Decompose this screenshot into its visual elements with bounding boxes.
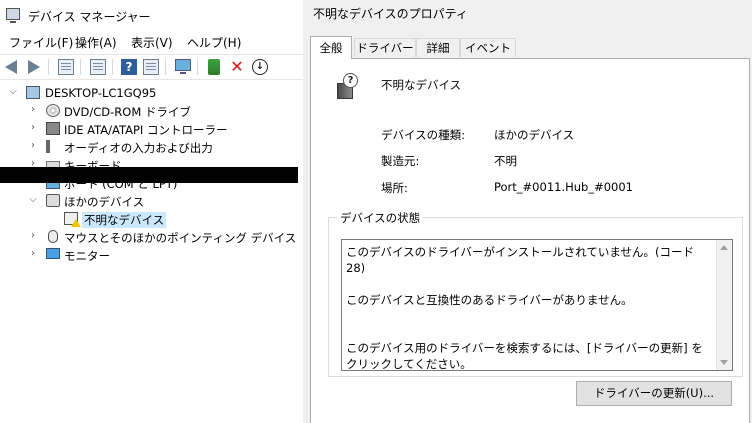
menu-help[interactable]: ヘルプ(H)	[187, 34, 241, 51]
toolbar-separator	[197, 59, 198, 75]
status-scrollbar[interactable]	[716, 240, 732, 370]
forward-icon[interactable]	[28, 60, 40, 74]
device-manager-app-icon	[6, 8, 20, 23]
field-value-location: Port_#0011.Hub_#0001	[494, 180, 633, 194]
speaker-icon	[46, 140, 60, 153]
tree-root-label: DESKTOP-LC1GQ95	[45, 86, 157, 100]
download-icon[interactable]: ↓	[252, 59, 268, 75]
chevron-right-icon[interactable]: ›	[28, 248, 38, 260]
menu-action[interactable]: 操作(A)	[75, 34, 117, 51]
field-label-manufacturer: 製造元:	[381, 154, 420, 168]
field-value-type: ほかのデバイス	[494, 128, 575, 142]
tab-general[interactable]: 全般	[310, 36, 352, 59]
chevron-right-icon[interactable]: ›	[28, 140, 38, 152]
toolbar-separator	[80, 59, 81, 75]
properties-grid-icon[interactable]	[58, 59, 74, 75]
field-label-type: デバイスの種類:	[381, 128, 466, 142]
scroll-down-icon[interactable]	[720, 360, 728, 365]
general-tab-panel: ? 不明なデバイス デバイスの種類: ほかのデバイス 製造元: 不明 場所: P…	[310, 58, 750, 423]
device-status-text: このデバイスのドライバーがインストールされていません。(コード 28) このデバ…	[346, 245, 703, 371]
device-status-legend: デバイスの状態	[337, 210, 424, 226]
tree-item-label: モニター	[64, 249, 110, 263]
chevron-right-icon[interactable]: ›	[28, 104, 38, 116]
scroll-up-icon[interactable]	[720, 245, 728, 250]
tree-item-label: オーディオの入力および出力	[64, 141, 213, 155]
redaction-bar	[0, 167, 298, 183]
device-manager-titlebar: デバイス マネージャー	[0, 0, 303, 30]
monitor-icon	[46, 248, 60, 259]
tree-item-label: マウスとそのほかのポインティング デバイス	[64, 231, 297, 245]
tab-details[interactable]: 詳細	[416, 38, 460, 57]
toolbar-separator	[48, 59, 49, 75]
toolbar-separator	[112, 59, 113, 75]
tab-events[interactable]: イベント	[460, 38, 516, 57]
other-devices-icon	[46, 194, 60, 207]
chevron-right-icon[interactable]: ›	[28, 122, 38, 134]
tab-strip: 全般 ドライバー 詳細 イベント	[310, 36, 750, 59]
update-driver-button[interactable]: ドライバーの更新(U)...	[576, 381, 732, 406]
view-icon[interactable]	[143, 59, 159, 75]
tree-item-label: DVD/CD-ROM ドライブ	[64, 105, 191, 119]
mouse-icon	[48, 230, 58, 243]
update-driver-icon[interactable]	[208, 59, 220, 75]
computer-icon	[26, 86, 40, 99]
tab-driver[interactable]: ドライバー	[354, 38, 416, 57]
device-name: 不明なデバイス	[381, 78, 462, 92]
device-manager-window: デバイス マネージャー ファイル(F) 操作(A) 表示(V) ヘルプ(H) ?…	[0, 0, 303, 423]
unknown-device-icon	[64, 212, 81, 227]
dialog-title: 不明なデバイスのプロパティ	[313, 7, 468, 21]
toolbar-separator	[165, 59, 166, 75]
device-status-textbox[interactable]: このデバイスのドライバーがインストールされていません。(コード 28) このデバ…	[341, 239, 733, 371]
uninstall-icon[interactable]: ✕	[229, 59, 245, 75]
menu-view[interactable]: 表示(V)	[131, 34, 173, 51]
device-manager-title: デバイス マネージャー	[28, 10, 151, 24]
monitor-icon[interactable]	[175, 59, 191, 74]
chevron-down-icon[interactable]: ⌵	[8, 86, 18, 98]
ide-controller-icon	[46, 122, 60, 135]
field-value-manufacturer: 不明	[494, 154, 517, 168]
menu-bar: ファイル(F) 操作(A) 表示(V) ヘルプ(H)	[0, 31, 303, 51]
field-label-location: 場所:	[381, 181, 408, 195]
tree-item-label: IDE ATA/ATAPI コントローラー	[64, 123, 228, 137]
list-view-icon[interactable]	[90, 59, 106, 75]
tree-item-label: 不明なデバイス	[82, 212, 167, 228]
toolbar: ? ✕ ↓	[0, 54, 303, 80]
help-icon[interactable]: ?	[121, 59, 137, 75]
warning-icon	[71, 219, 81, 227]
chevron-right-icon[interactable]: ›	[28, 230, 38, 242]
tree-item-label: ほかのデバイス	[64, 195, 145, 209]
question-mark-icon: ?	[343, 73, 358, 88]
back-icon[interactable]	[5, 60, 17, 74]
menu-file[interactable]: ファイル(F)	[9, 34, 73, 51]
disc-drive-icon	[46, 104, 60, 117]
unknown-device-icon: ?	[335, 73, 358, 101]
chevron-down-icon[interactable]: ⌵	[28, 194, 38, 206]
properties-dialog: 不明なデバイスのプロパティ 全般 ドライバー 詳細 イベント ? 不明なデバイス…	[303, 0, 752, 423]
